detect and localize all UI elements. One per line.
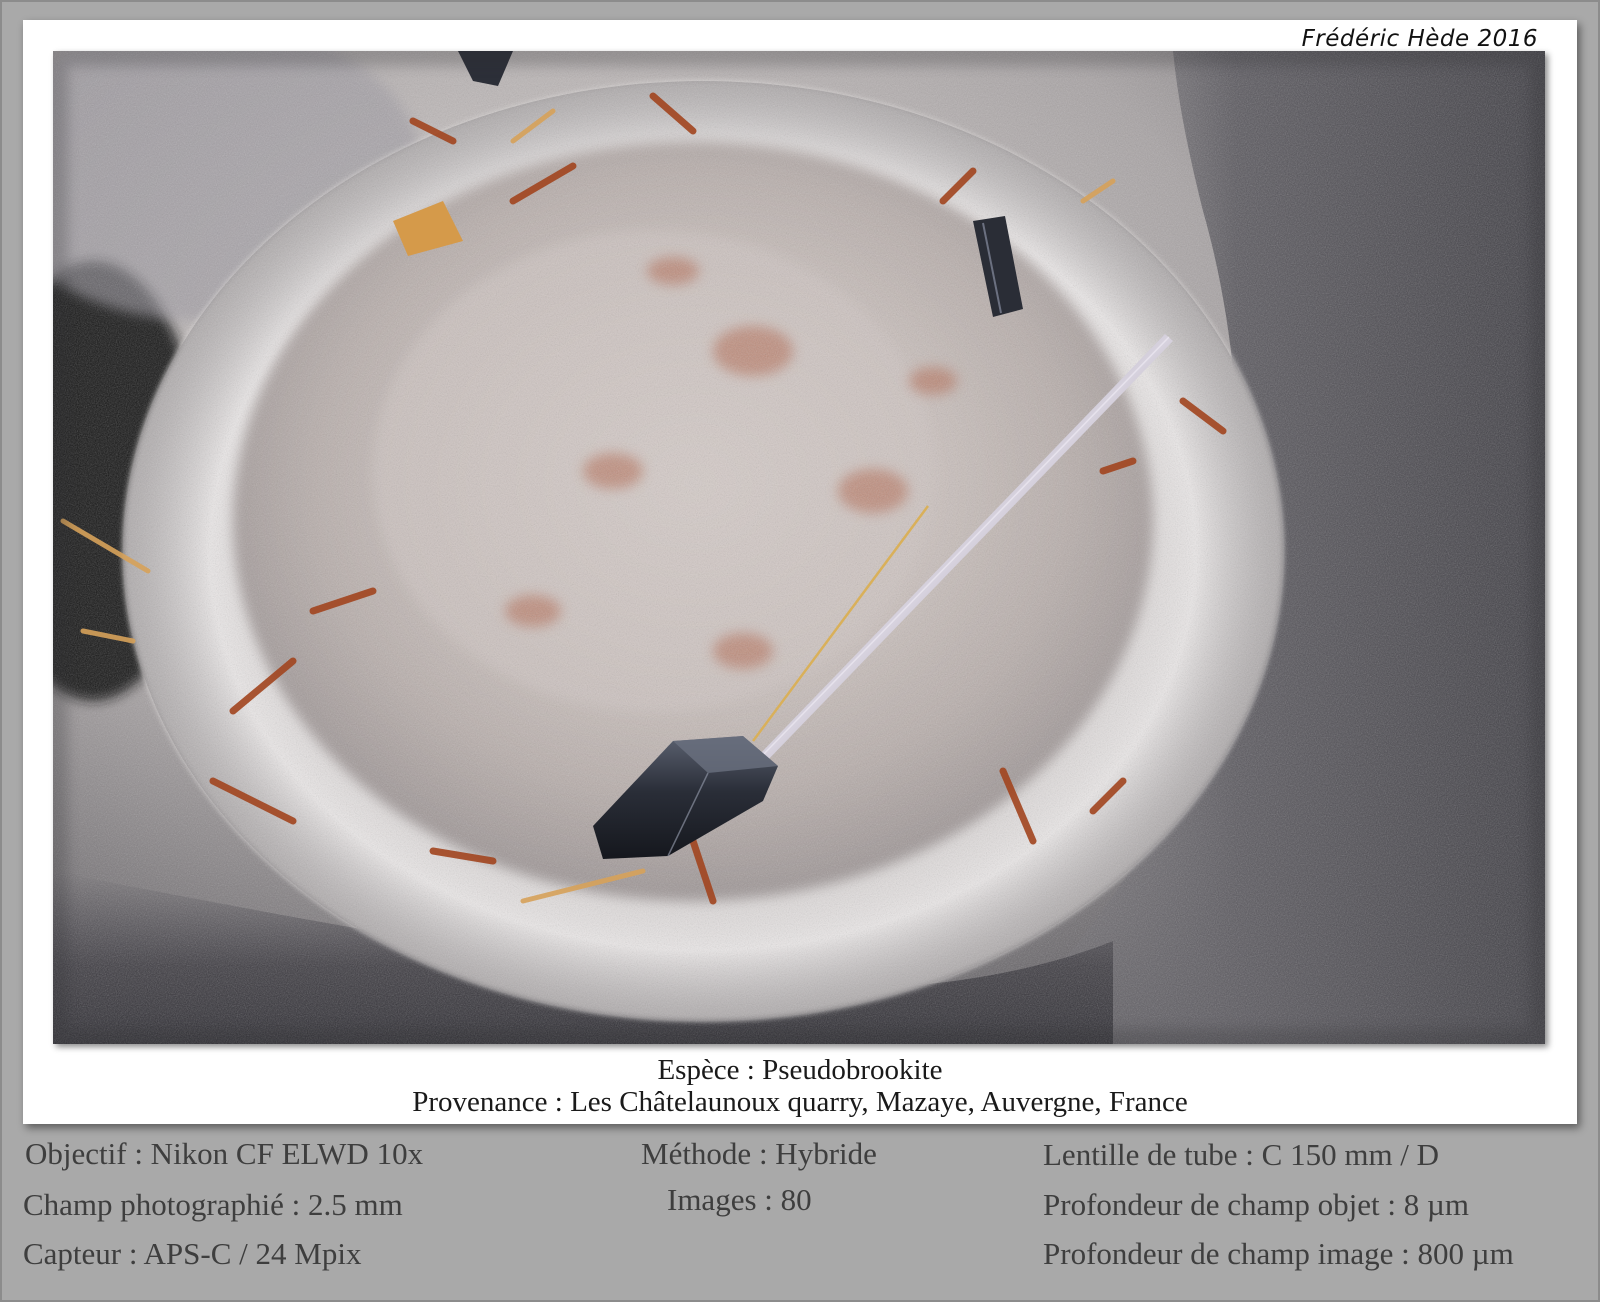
method-info: Méthode : Hybride: [641, 1136, 877, 1171]
origin-caption: Provenance : Les Châtelaunoux quarry, Ma…: [412, 1086, 1188, 1118]
mineral-photo: [53, 51, 1545, 1044]
species-caption: Espèce : Pseudobrookite: [657, 1054, 943, 1086]
lens-info: Objectif : Nikon CF ELWD 10x: [25, 1136, 424, 1171]
field-of-view-info: Champ photographié : 2.5 mm: [23, 1187, 403, 1222]
photographer-credit: Frédéric Hède 2016: [1301, 26, 1538, 52]
tube-lens-info: Lentille de tube : C 150 mm / D: [1043, 1137, 1440, 1172]
image-count-info: Images : 80: [667, 1182, 812, 1217]
image-dof-info: Profondeur de champ image : 800 µm: [1043, 1236, 1514, 1271]
object-dof-info: Profondeur de champ objet : 8 µm: [1043, 1187, 1469, 1222]
sensor-info: Capteur : APS-C / 24 Mpix: [23, 1236, 362, 1271]
